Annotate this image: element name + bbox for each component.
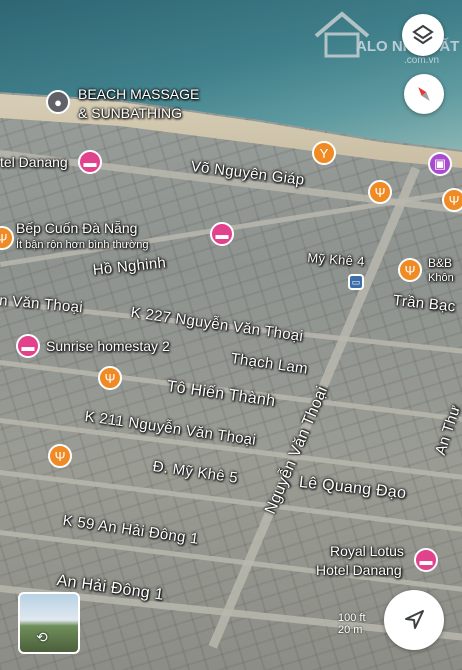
scale-meters: 20 m bbox=[338, 624, 363, 636]
restaurant-fork-knife-icon[interactable]: Ψ bbox=[0, 226, 14, 250]
cocktail-icon[interactable]: Y bbox=[312, 141, 336, 165]
poi-label-beach-massage-2[interactable]: & SUNBATHING bbox=[78, 105, 182, 121]
poi-label-bnb-1[interactable]: B&B bbox=[428, 256, 452, 270]
poi-label-beach-massage-1[interactable]: BEACH MASSAGE bbox=[78, 86, 199, 102]
street-label-to-hien-thanh: Tô Hiến Thành bbox=[165, 378, 277, 411]
poi-label-royal-lotus-2[interactable]: Hotel Danang bbox=[316, 562, 402, 578]
scale-bar: 100 ft 20 m bbox=[338, 612, 366, 636]
place-pin-icon[interactable]: ● bbox=[46, 90, 70, 114]
bus-stop-icon[interactable]: ▭ bbox=[348, 274, 364, 290]
poi-label-royal-lotus-1[interactable]: Royal Lotus bbox=[330, 543, 404, 559]
street-label-nguyen-van-thoai-left: n Văn Thoại bbox=[0, 292, 84, 317]
hotel-bed-icon[interactable]: ▬ bbox=[78, 150, 102, 174]
restaurant-fork-knife-icon[interactable]: Ψ bbox=[98, 366, 122, 390]
restaurant-fork-knife-icon[interactable]: Ψ bbox=[398, 258, 422, 282]
restaurant-fork-knife-icon[interactable]: Ψ bbox=[48, 444, 72, 468]
street-label-thach-lam: Thạch Lam bbox=[229, 350, 309, 378]
watermark-domain: .com.vn bbox=[404, 55, 440, 66]
street-label-an-thuong: An Thư bbox=[432, 402, 462, 458]
poi-label-bnb-2[interactable]: Khôn bbox=[428, 272, 454, 284]
street-label-le-quang-dao: Lê Quang Đạo bbox=[298, 474, 408, 503]
street-view-thumbnail[interactable]: ⟲ bbox=[18, 592, 80, 654]
layers-icon bbox=[412, 24, 434, 45]
navigation-arrow-icon bbox=[405, 610, 424, 629]
restaurant-fork-knife-icon[interactable]: Ψ bbox=[368, 180, 392, 204]
rotate-360-icon: ⟲ bbox=[36, 629, 48, 645]
street-label-my-khe-4: Mỹ Khê 4 bbox=[306, 250, 366, 269]
street-label-my-khe-5: Đ. Mỹ Khê 5 bbox=[151, 458, 240, 487]
poi-note-bep-cuon: Ít bận rộn hơn bình thường bbox=[16, 239, 149, 251]
scale-feet: 100 ft bbox=[338, 612, 366, 624]
compass-button[interactable] bbox=[404, 74, 444, 114]
restaurant-fork-knife-icon[interactable]: Ψ bbox=[442, 188, 462, 212]
compass-icon bbox=[418, 87, 430, 101]
street-label-ho-nghinh: Hồ Nghinh bbox=[92, 254, 167, 279]
satellite-map[interactable]: Võ Nguyên Giáp Hồ Nghinh n Văn Thoại K 2… bbox=[0, 0, 462, 670]
poi-label-sunrise[interactable]: Sunrise homestay 2 bbox=[46, 338, 170, 354]
hotel-bed-icon[interactable]: ▬ bbox=[414, 548, 438, 572]
poi-label-bep-cuon[interactable]: Bếp Cuốn Đà Nẵng bbox=[16, 220, 137, 236]
navigate-button[interactable] bbox=[384, 590, 444, 650]
hotel-bed-icon[interactable]: ▬ bbox=[16, 334, 40, 358]
layers-button[interactable] bbox=[402, 14, 444, 56]
street-label-tran-bach: Trần Bạc bbox=[392, 292, 457, 316]
poi-label-hotel-danang[interactable]: tel Danang bbox=[0, 154, 68, 170]
shopping-bag-icon[interactable]: ▣ bbox=[428, 152, 452, 176]
hotel-bed-icon[interactable]: ▬ bbox=[210, 222, 234, 246]
